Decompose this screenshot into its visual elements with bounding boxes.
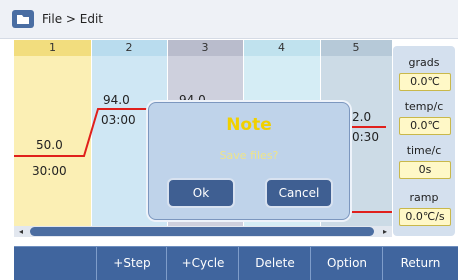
dialog-title: Note [226,115,272,135]
save-dialog: Note Save files? Ok Cancel [148,102,350,220]
cancel-button[interactable]: Cancel [265,178,333,208]
modal-overlay: Note Save files? Ok Cancel [0,0,458,279]
ok-button[interactable]: Ok [167,178,235,208]
dialog-message: Save files? [219,149,279,162]
